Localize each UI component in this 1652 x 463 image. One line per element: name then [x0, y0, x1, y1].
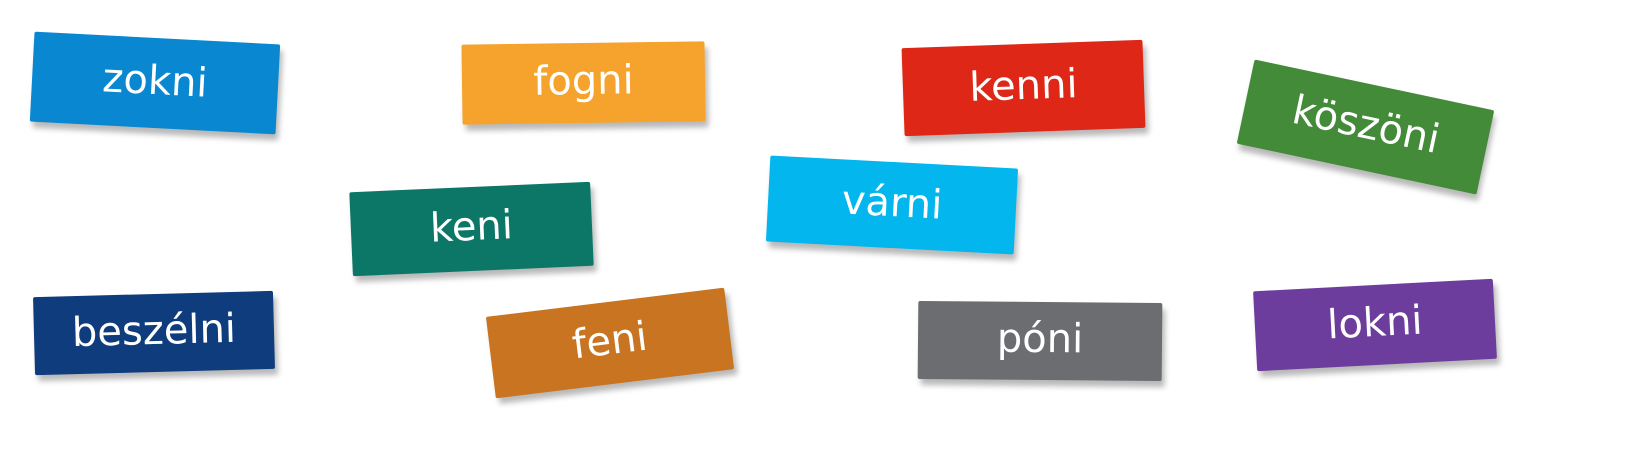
- word-card-lokni[interactable]: lokni: [1253, 278, 1497, 372]
- word-card-zokni[interactable]: zokni: [29, 31, 281, 135]
- word-card-label: zokni: [101, 55, 209, 107]
- word-card-label: feni: [569, 313, 650, 369]
- word-card-label: fogni: [532, 57, 634, 105]
- word-card-keni[interactable]: keni: [349, 181, 594, 277]
- word-card-koszoni[interactable]: köszöni: [1236, 59, 1495, 195]
- word-card-feni[interactable]: feni: [485, 287, 735, 399]
- word-card-label: várni: [840, 177, 944, 229]
- word-card-fogni[interactable]: fogni: [461, 41, 706, 125]
- word-card-label: beszélni: [71, 305, 237, 357]
- word-card-beszelni[interactable]: beszélni: [33, 290, 275, 376]
- word-card-label: póni: [996, 315, 1084, 363]
- word-card-label: kenni: [968, 61, 1079, 111]
- word-card-canvas: zokni fogni kenni köszöni keni várni bes…: [0, 0, 1652, 463]
- word-card-label: köszöni: [1288, 87, 1444, 164]
- word-card-label: lokni: [1326, 297, 1424, 349]
- word-card-kenni[interactable]: kenni: [901, 39, 1146, 137]
- word-card-poni[interactable]: póni: [917, 300, 1163, 382]
- word-card-varni[interactable]: várni: [765, 155, 1019, 255]
- word-card-label: keni: [429, 202, 514, 252]
